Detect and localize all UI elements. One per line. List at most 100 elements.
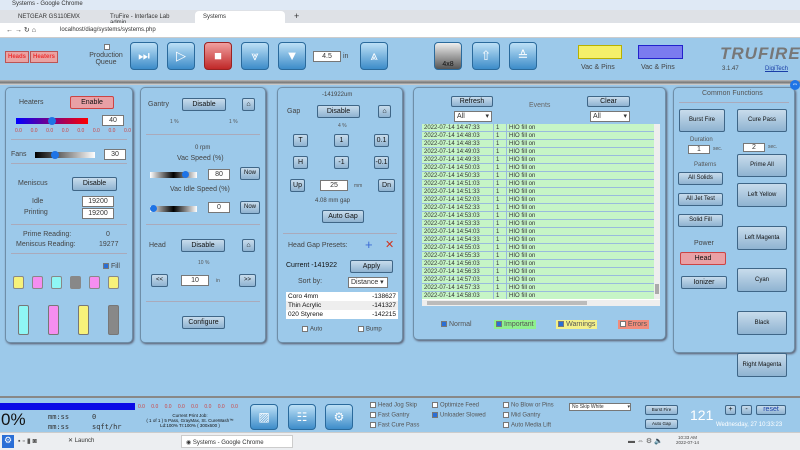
event-row[interactable]: 2022-07-14 14:49:33 1 HIO fill on — [422, 156, 654, 164]
filter-warnings[interactable]: Warnings — [556, 320, 598, 329]
feed-up-fast-icon[interactable]: ⩓ — [360, 42, 388, 70]
event-row[interactable]: 2022-07-14 14:48:03 1 HIO fill on — [422, 132, 654, 140]
vac-idle-input[interactable]: 0 — [208, 202, 230, 213]
printing-input[interactable]: 19200 — [82, 208, 114, 219]
vac-speed-now-button[interactable]: Now — [240, 167, 260, 180]
auto-gap-button[interactable]: Auto Gap — [322, 210, 364, 223]
slider-knob[interactable] — [182, 171, 189, 178]
digitech-link[interactable]: DigiTech — [765, 66, 788, 72]
events-filter-right[interactable]: All ▾ — [590, 111, 630, 122]
move-distance-input[interactable]: 4.5 — [313, 51, 341, 62]
feed-down-fast-icon[interactable]: ⩔ — [241, 42, 269, 70]
gap-home-button[interactable]: H — [293, 156, 308, 169]
gap-down-button[interactable]: Dn — [378, 179, 395, 192]
idle-input[interactable]: 19200 — [82, 196, 114, 207]
gap-minus01-button[interactable]: -0.1 — [374, 156, 389, 169]
preset-row[interactable]: Coro 4mm -138627 — [286, 292, 398, 301]
head-power-button[interactable]: Head — [680, 252, 726, 265]
fast-gantry-checkbox[interactable]: Fast Gantry — [370, 412, 409, 419]
checkbox[interactable] — [503, 412, 509, 418]
duration-input[interactable]: 1 — [688, 145, 710, 154]
stop-icon[interactable]: ■ — [204, 42, 232, 70]
head-prev-button[interactable]: << — [151, 274, 168, 287]
vac-speed-input[interactable]: 80 — [208, 169, 230, 180]
event-row[interactable]: 2022-07-14 14:53:03 1 HIO fill on — [422, 212, 654, 220]
delete-preset-icon[interactable]: ✕ — [385, 238, 394, 251]
event-row[interactable]: 2022-07-14 14:52:33 1 HIO fill on — [422, 204, 654, 212]
event-row[interactable]: 2022-07-14 14:51:03 1 HIO fill on — [422, 180, 654, 188]
black-prime-button[interactable]: Black — [737, 310, 787, 335]
event-row[interactable]: 2022-07-14 14:57:03 1 HIO fill on — [422, 276, 654, 284]
head-position-input[interactable]: 10 — [181, 275, 209, 286]
left-magenta-prime-button[interactable]: Left Magenta — [737, 225, 787, 250]
configure-button[interactable]: Configure — [182, 316, 225, 329]
checkbox[interactable] — [619, 321, 626, 328]
plus-button[interactable]: + — [725, 405, 736, 415]
feed-down-icon[interactable]: ▼ — [278, 42, 306, 70]
vac-pins-swatch-yellow[interactable] — [578, 45, 622, 59]
auto-checkbox[interactable]: Auto — [302, 326, 322, 333]
cyan-prime-button[interactable]: Cyan — [737, 268, 787, 292]
event-row[interactable]: 2022-07-14 14:50:03 1 HIO fill on — [422, 164, 654, 172]
events-log[interactable]: 2022-07-14 14:47:33 1 HIO fill on 2022-07-1… — [422, 124, 660, 306]
step-icon[interactable]: ⏭ — [130, 42, 158, 70]
mid-gantry-checkbox[interactable]: Mid Gantry — [503, 412, 540, 419]
event-row[interactable]: 2022-07-14 14:57:33 1 HIO fill on — [422, 284, 654, 292]
event-row[interactable]: 2022-07-14 14:55:03 1 HIO fill on — [422, 244, 654, 252]
apply-button[interactable]: Apply — [350, 260, 393, 273]
reset-button[interactable]: reset — [756, 405, 786, 415]
checkbox[interactable] — [370, 402, 376, 408]
event-row[interactable]: 2022-07-14 14:56:03 1 HIO fill on — [422, 260, 654, 268]
vac-pins-swatch-blue[interactable] — [638, 45, 683, 59]
event-row[interactable]: 2022-07-14 14:49:03 1 HIO fill on — [422, 148, 654, 156]
gap-top-button[interactable]: T — [293, 134, 308, 147]
vac-idle-slider[interactable] — [150, 205, 197, 212]
chrome-taskbar-item[interactable]: ◉ Systems - Google Chrome — [181, 435, 293, 448]
tab-systems[interactable]: Systems — [195, 11, 285, 23]
tab-trufire[interactable]: TruFire - Interface Lab admin — [102, 11, 192, 26]
meniscus-disable-button[interactable]: Disable — [72, 177, 117, 191]
head-home-icon[interactable]: ⌂ — [242, 239, 255, 252]
heaters-value-input[interactable]: 40 — [102, 115, 124, 126]
image-icon[interactable]: ▨ — [250, 404, 278, 430]
unloader-slowed-checkbox[interactable]: Unloader Slowed — [432, 412, 486, 419]
head-next-button[interactable]: >> — [239, 274, 256, 287]
checkbox[interactable] — [441, 321, 447, 328]
gantry-disable-button[interactable]: Disable — [182, 98, 226, 111]
left-yellow-prime-button[interactable]: Left Yellow — [737, 183, 787, 207]
solid-fill-button[interactable]: Solid Fill — [678, 214, 723, 227]
gap-disable-button[interactable]: Disable — [317, 105, 360, 118]
ionizer-button[interactable]: Ionizer — [681, 276, 727, 289]
play-icon[interactable]: ▷ — [167, 42, 195, 70]
event-row[interactable]: 2022-07-14 14:58:03 1 HIO fill on — [422, 292, 654, 299]
gap-home-icon[interactable]: ⌂ — [378, 105, 391, 118]
cure-pass-button[interactable]: Cure Pass — [737, 109, 787, 132]
preset-row[interactable]: 020 Styrene -142215 — [286, 310, 398, 319]
vac-idle-now-button[interactable]: Now — [240, 201, 260, 214]
minus-button[interactable]: - — [741, 405, 752, 415]
fast-cure-pass-checkbox[interactable]: Fast Cure Pass — [370, 422, 419, 429]
gap-up-button[interactable]: Up — [290, 179, 305, 192]
event-row[interactable]: 2022-07-14 14:55:33 1 HIO fill on — [422, 252, 654, 260]
prime-all-button[interactable]: Prime All — [737, 154, 787, 177]
cure-duration-input[interactable]: 2 — [743, 143, 765, 152]
event-row[interactable]: 2022-07-14 14:50:33 1 HIO fill on — [422, 172, 654, 180]
all-jet-test-button[interactable]: All Jet Test — [678, 193, 723, 206]
optimize-feed-checkbox[interactable]: Optimize Feed — [432, 402, 479, 409]
tray-icons[interactable]: ▬ ⇔ ⚙ 🔈 — [628, 437, 663, 445]
checkbox[interactable] — [558, 321, 565, 328]
heaters-slider[interactable] — [16, 117, 88, 125]
new-tab-button[interactable]: + — [290, 11, 303, 23]
heaters-button[interactable]: Heaters — [30, 51, 59, 63]
filter-important[interactable]: Important — [494, 320, 536, 329]
sort-select[interactable]: Distance ▾ — [348, 277, 388, 288]
checkbox[interactable] — [496, 321, 503, 328]
quicklaunch-icons[interactable]: ▪ ▫ ▮ ◙ — [18, 437, 37, 445]
fans-value-input[interactable]: 30 — [104, 149, 126, 160]
gantry-home-icon[interactable]: ⌂ — [242, 98, 255, 111]
grid-4x8-button[interactable]: 4x8 — [434, 42, 462, 70]
refresh-button[interactable]: Refresh — [451, 96, 493, 107]
events-hscrollbar[interactable] — [422, 300, 660, 306]
burst-fire-small-button[interactable]: Burst Fire — [645, 405, 678, 415]
bump-checkbox[interactable]: Bump — [358, 326, 382, 333]
